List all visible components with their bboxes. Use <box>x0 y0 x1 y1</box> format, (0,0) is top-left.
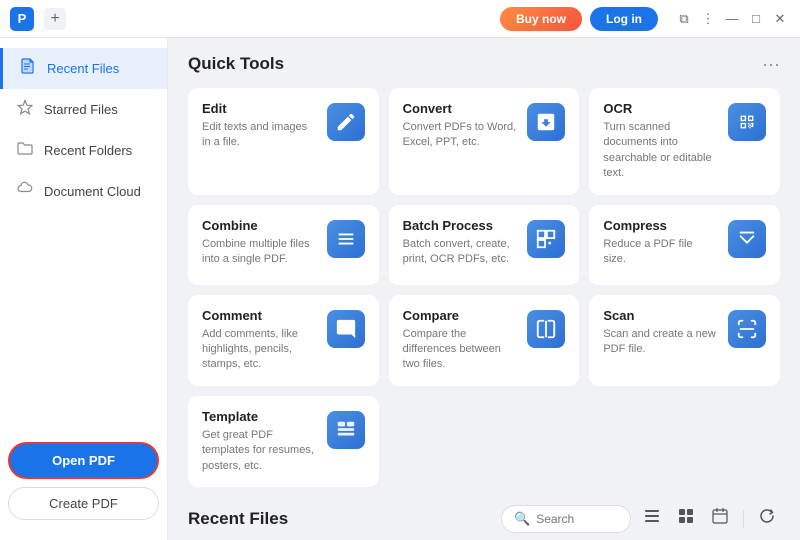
tool-card-scan-desc: Scan and create a new PDF file. <box>603 327 718 358</box>
tool-card-compare-desc: Compare the differences between two file… <box>403 327 518 373</box>
quick-tools-header: Quick Tools ··· <box>188 54 780 74</box>
document-cloud-icon <box>16 181 34 202</box>
titlebar-right: Buy now Log in ⧉ ⋮ — □ ✕ <box>500 7 790 31</box>
maximize-button[interactable]: □ <box>746 9 766 29</box>
tool-card-scan-title: Scan <box>603 308 718 323</box>
titlebar-left: P + <box>10 7 66 31</box>
sidebar-label-recent-files: Recent Files <box>47 61 119 76</box>
content-area: Quick Tools ··· Edit Edit texts and imag… <box>168 38 800 540</box>
edit-tool-icon <box>327 103 365 141</box>
tool-card-batch-desc: Batch convert, create, print, OCR PDFs, … <box>403 237 518 268</box>
tool-card-compress[interactable]: Compress Reduce a PDF file size. <box>589 205 780 285</box>
quick-tools-more-button[interactable]: ··· <box>762 55 780 73</box>
tool-card-combine-title: Combine <box>202 218 317 233</box>
minimize-button[interactable]: — <box>722 9 742 29</box>
refresh-button[interactable] <box>754 505 780 532</box>
sidebar-bottom: Open PDF Create PDF <box>0 432 167 530</box>
toolbar-separator <box>743 510 744 528</box>
grid-view-button[interactable] <box>673 505 699 532</box>
menu-button[interactable]: ⋮ <box>698 9 718 29</box>
scan-tool-icon <box>728 310 766 348</box>
search-icon: 🔍 <box>514 511 530 527</box>
tool-card-comment-desc: Add comments, like highlights, pencils, … <box>202 327 317 373</box>
buy-now-button[interactable]: Buy now <box>500 7 582 31</box>
recent-files-icon <box>19 58 37 79</box>
open-pdf-button[interactable]: Open PDF <box>8 442 159 479</box>
tool-card-template[interactable]: Template Get great PDF templates for res… <box>188 396 379 487</box>
tool-card-combine[interactable]: Combine Combine multiple files into a si… <box>188 205 379 285</box>
create-pdf-button[interactable]: Create PDF <box>8 487 159 520</box>
compress-tool-icon <box>728 220 766 258</box>
sidebar-item-document-cloud[interactable]: Document Cloud <box>0 171 167 212</box>
search-input[interactable] <box>536 512 626 526</box>
tool-card-combine-text: Combine Combine multiple files into a si… <box>202 218 317 268</box>
tool-card-compress-title: Compress <box>603 218 718 233</box>
tool-card-combine-desc: Combine multiple files into a single PDF… <box>202 237 317 268</box>
convert-tool-icon <box>527 103 565 141</box>
tool-card-compare-text: Compare Compare the differences between … <box>403 308 518 373</box>
tool-card-ocr-text: OCR Turn scanned documents into searchab… <box>603 101 718 182</box>
combine-tool-icon <box>327 220 365 258</box>
tool-card-convert[interactable]: Convert Convert PDFs to Word, Excel, PPT… <box>389 88 580 195</box>
starred-files-icon <box>16 99 34 120</box>
recent-files-title: Recent Files <box>188 509 288 529</box>
sidebar-item-starred-files[interactable]: Starred Files <box>0 89 167 130</box>
tool-card-ocr-title: OCR <box>603 101 718 116</box>
tool-card-convert-title: Convert <box>403 101 518 116</box>
ocr-tool-icon <box>728 103 766 141</box>
tool-card-scan-text: Scan Scan and create a new PDF file. <box>603 308 718 358</box>
tool-card-edit[interactable]: Edit Edit texts and images in a file. <box>188 88 379 195</box>
tool-card-edit-desc: Edit texts and images in a file. <box>202 120 317 151</box>
tool-card-batch-text: Batch Process Batch convert, create, pri… <box>403 218 518 268</box>
recent-folders-icon <box>16 140 34 161</box>
tool-card-comment-title: Comment <box>202 308 317 323</box>
tool-card-comment[interactable]: Comment Add comments, like highlights, p… <box>188 295 379 386</box>
screen-mode-button[interactable]: ⧉ <box>674 9 694 29</box>
tool-card-compare[interactable]: Compare Compare the differences between … <box>389 295 580 386</box>
tools-grid: Edit Edit texts and images in a file. Co… <box>188 88 780 487</box>
sidebar-item-recent-files[interactable]: Recent Files <box>0 48 167 89</box>
tool-card-convert-desc: Convert PDFs to Word, Excel, PPT, etc. <box>403 120 518 151</box>
sidebar-label-recent-folders: Recent Folders <box>44 143 132 158</box>
main-layout: Recent Files Starred Files Recent Folder… <box>0 38 800 540</box>
tool-card-ocr[interactable]: OCR Turn scanned documents into searchab… <box>589 88 780 195</box>
new-tab-button[interactable]: + <box>44 8 66 30</box>
list-view-button[interactable] <box>639 505 665 532</box>
recent-files-section: Recent Files 🔍 <box>188 505 780 533</box>
tool-card-template-title: Template <box>202 409 317 424</box>
window-controls: ⧉ ⋮ — □ ✕ <box>674 9 790 29</box>
recent-files-toolbar: 🔍 <box>501 505 780 533</box>
tool-card-convert-text: Convert Convert PDFs to Word, Excel, PPT… <box>403 101 518 151</box>
tool-card-edit-title: Edit <box>202 101 317 116</box>
compare-tool-icon <box>527 310 565 348</box>
close-button[interactable]: ✕ <box>770 9 790 29</box>
tool-card-batch-process[interactable]: Batch Process Batch convert, create, pri… <box>389 205 580 285</box>
tool-card-compress-text: Compress Reduce a PDF file size. <box>603 218 718 268</box>
search-box[interactable]: 🔍 <box>501 505 631 533</box>
batch-tool-icon <box>527 220 565 258</box>
tool-card-scan[interactable]: Scan Scan and create a new PDF file. <box>589 295 780 386</box>
sidebar-label-document-cloud: Document Cloud <box>44 184 141 199</box>
titlebar: P + Buy now Log in ⧉ ⋮ — □ ✕ <box>0 0 800 38</box>
comment-tool-icon <box>327 310 365 348</box>
tool-card-edit-text: Edit Edit texts and images in a file. <box>202 101 317 151</box>
sidebar-item-recent-folders[interactable]: Recent Folders <box>0 130 167 171</box>
tool-card-ocr-desc: Turn scanned documents into searchable o… <box>603 120 718 182</box>
tool-card-template-text: Template Get great PDF templates for res… <box>202 409 317 474</box>
tool-card-comment-text: Comment Add comments, like highlights, p… <box>202 308 317 373</box>
calendar-view-button[interactable] <box>707 505 733 532</box>
sidebar: Recent Files Starred Files Recent Folder… <box>0 38 168 540</box>
template-tool-icon <box>327 411 365 449</box>
log-in-button[interactable]: Log in <box>590 7 658 31</box>
tool-card-template-desc: Get great PDF templates for resumes, pos… <box>202 428 317 474</box>
tool-card-batch-title: Batch Process <box>403 218 518 233</box>
tool-card-compare-title: Compare <box>403 308 518 323</box>
sidebar-label-starred-files: Starred Files <box>44 102 118 117</box>
tool-card-compress-desc: Reduce a PDF file size. <box>603 237 718 268</box>
quick-tools-title: Quick Tools <box>188 54 284 74</box>
app-icon: P <box>10 7 34 31</box>
